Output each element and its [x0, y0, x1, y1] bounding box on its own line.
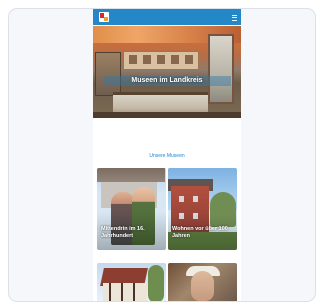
museum-tile-4[interactable]	[168, 263, 237, 301]
header-bar	[93, 9, 241, 25]
hero-cabinet	[95, 52, 121, 96]
preview-card: Museen im Landkreis Unsere Museen Mitten…	[8, 8, 316, 302]
hero-shelf	[123, 51, 199, 70]
museum-tile-2[interactable]: Wohnen vor über 100 Jahren	[168, 168, 237, 250]
menu-icon[interactable]	[232, 15, 237, 21]
tile-3-beam	[133, 283, 135, 301]
hero-floor	[93, 112, 241, 118]
mobile-page: Museen im Landkreis Unsere Museen Mitten…	[93, 9, 241, 301]
tile-3-tree	[148, 265, 164, 301]
tile-3-beam	[121, 283, 123, 301]
hero-window	[208, 34, 234, 104]
tile-2-window	[193, 196, 198, 202]
tile-2-window	[179, 196, 184, 202]
tile-2-label: Wohnen vor über 100 Jahren	[172, 226, 228, 239]
museum-tile-3[interactable]	[97, 263, 166, 301]
tile-1-roof	[97, 168, 165, 182]
hero-image: Museen im Landkreis	[93, 26, 241, 118]
museum-tile-1[interactable]: Mittendrin im 16. Jahrhundert	[97, 168, 166, 250]
hero-title: Museen im Landkreis	[131, 77, 203, 84]
tile-4-portrait-face	[191, 271, 214, 301]
tile-3-beam	[109, 283, 111, 301]
section-heading: Unsere Museen	[149, 153, 185, 159]
museum-logo-icon[interactable]	[99, 12, 109, 22]
tile-1-label: Mittendrin im 16. Jahrhundert	[101, 226, 145, 239]
